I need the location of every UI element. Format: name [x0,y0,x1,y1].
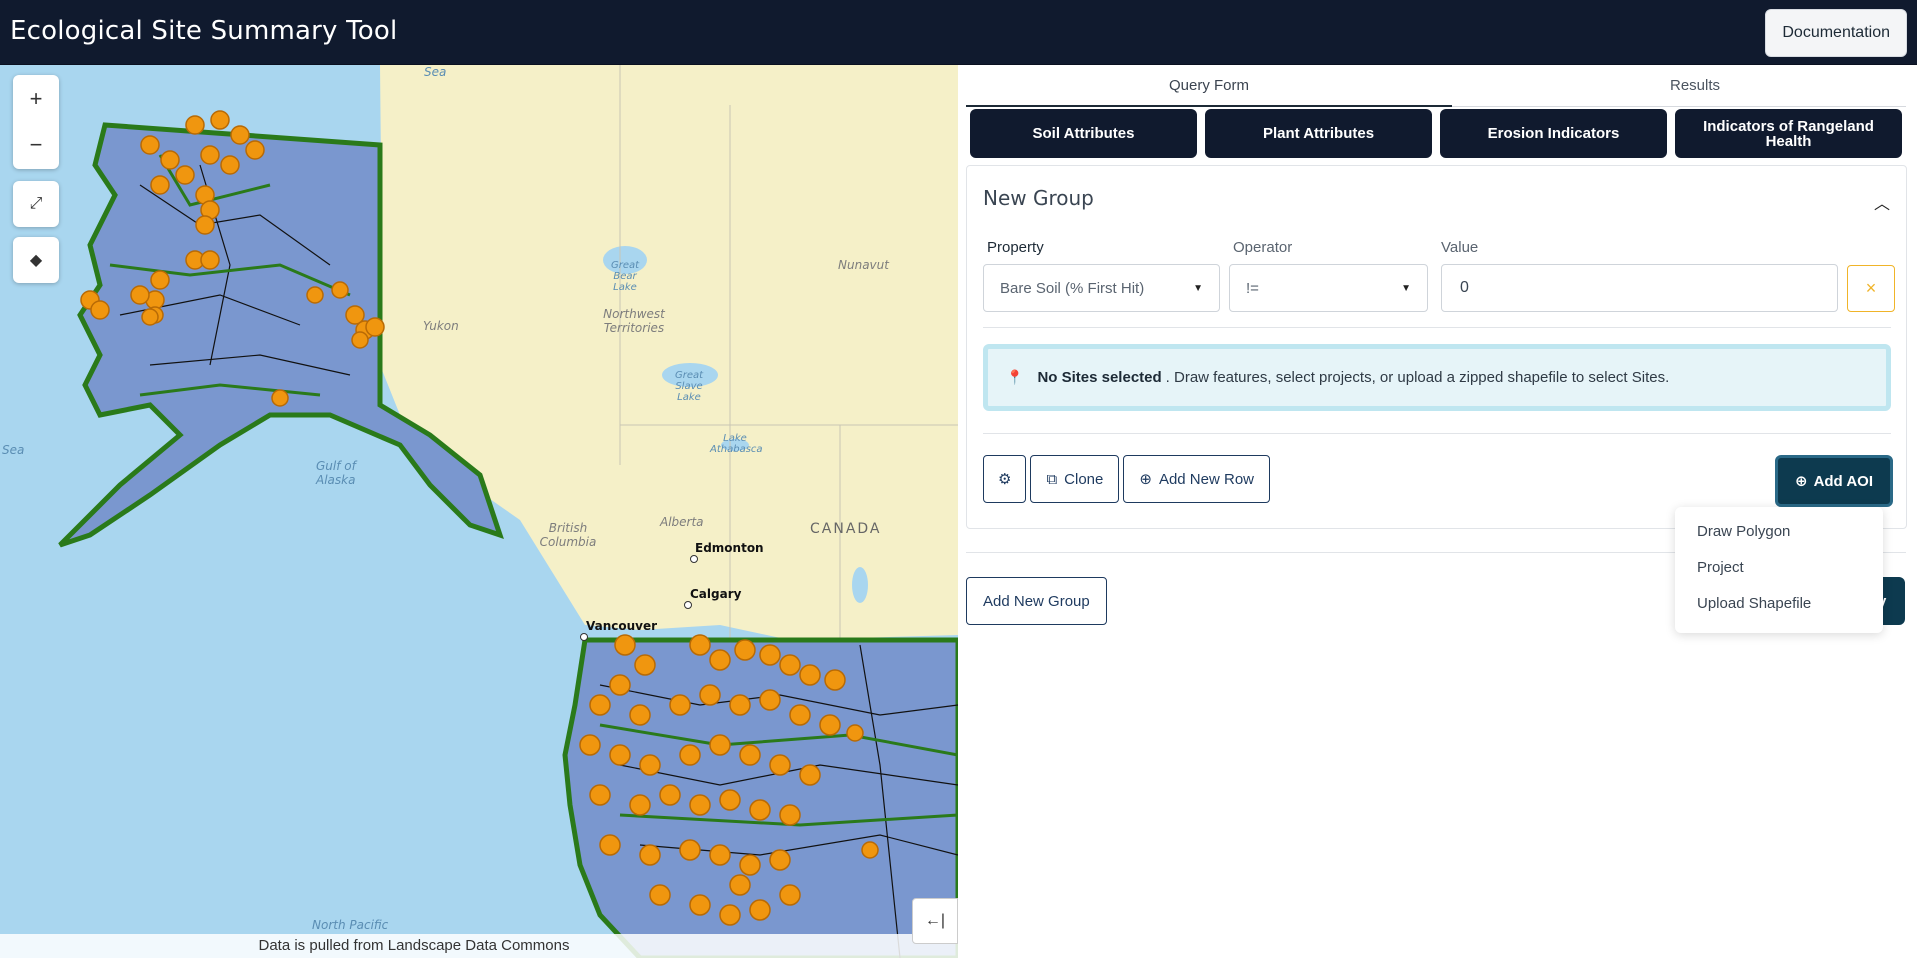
map-label-calgary: Calgary [690,587,742,601]
map-label-north-pacific: North Pacific [312,918,389,932]
query-group: New Group ︿ Property Operator Value Bare… [966,165,1907,529]
map-label-sea: Sea [424,65,447,79]
map-label-bc: British Columbia [539,521,597,549]
erosion-indicators-button[interactable]: Erosion Indicators [1440,109,1667,158]
settings-button[interactable]: ⚙ [983,455,1027,503]
caret-down-icon: ▼ [1401,282,1411,294]
basemap [0,65,958,958]
plant-attributes-button[interactable]: Plant Attributes [1205,109,1432,158]
map-view[interactable]: + − ⤢ ◆ Sea Sea Gulf of Alaska North Pac… [0,65,958,958]
documentation-button[interactable]: Documentation [1765,9,1907,57]
chevron-up-icon[interactable]: ︿ [1874,190,1890,214]
plus-circle-icon: ⊕ [1794,473,1808,490]
plus-circle-icon: ⊕ [1139,471,1152,488]
property-select-value: Bare Soil (% First Hit) [1000,279,1145,297]
alert-bold-text: No Sites selected [1037,369,1162,386]
menu-item-draw-polygon[interactable]: Draw Polygon [1675,513,1883,549]
alert-text: . Draw features, select projects, or upl… [1165,369,1670,386]
layers-icon: ◆ [29,252,43,269]
tab-query-form[interactable]: Query Form [966,71,1452,107]
top-bar: Ecological Site Summary Tool Documentati… [0,0,1917,65]
map-label-edmonton: Edmonton [695,541,764,555]
map-label-alberta: Alberta [660,515,704,529]
add-aoi-label: Add AOI [1813,472,1873,490]
tab-results[interactable]: Results [1452,71,1917,107]
map-pin-icon: 📍 [1006,369,1024,385]
city-marker-edmonton [690,555,698,563]
map-label-sea-left: Sea [2,443,25,457]
fullscreen-button[interactable]: ⤢ [13,181,59,227]
property-select[interactable]: Bare Soil (% First Hit) ▼ [983,264,1220,312]
operator-label: Operator [1233,239,1293,256]
close-icon: × [1865,278,1877,298]
menu-item-upload-shapefile[interactable]: Upload Shapefile [1675,585,1883,621]
value-label: Value [1441,239,1479,256]
add-row-label: Add New Row [1158,470,1254,488]
caret-down-icon: ▼ [1193,282,1203,294]
category-buttons: Soil Attributes Plant Attributes Erosion… [970,109,1902,158]
zoom-out-button[interactable]: − [13,122,59,168]
divider [983,327,1891,328]
menu-item-project[interactable]: Project [1675,549,1883,585]
map-label-nwt: Northwest Territories [603,307,665,335]
no-sites-alert: 📍 No Sites selected . Draw features, sel… [983,344,1891,411]
city-marker-calgary [684,601,692,609]
map-label-yukon: Yukon [423,319,459,333]
map-label-great-bear: Great Bear Lake [610,260,640,293]
value-input[interactable]: 0 [1441,264,1838,312]
sliders-icon: ⚙ [998,471,1012,488]
soil-attributes-button[interactable]: Soil Attributes [970,109,1197,158]
group-title: New Group [983,186,1094,210]
operator-select-value: != [1246,279,1259,297]
layers-button[interactable]: ◆ [13,237,59,283]
group-toolbar: ⚙ ⧉ Clone ⊕ Add New Row [983,455,1270,503]
expand-icon: ⤢ [29,195,43,212]
map-attribution: Data is pulled from Landscape Data Commo… [0,934,958,958]
city-marker-vancouver [580,633,588,641]
zoom-in-button[interactable]: + [13,76,59,122]
aoi-dropdown-menu: Draw Polygon Project Upload Shapefile [1675,507,1883,633]
map-label-vancouver: Vancouver [586,619,658,633]
map-label-athabasca: Lake Athabasca [710,433,763,455]
zoom-control: + − [13,75,59,169]
tab-bar: Query Form Results [966,71,1906,107]
map-label-canada: CANADA [810,521,882,537]
copy-icon: ⧉ [1046,470,1058,488]
add-new-row-button[interactable]: ⊕ Add New Row [1123,455,1270,503]
add-new-group-button[interactable]: Add New Group [966,577,1107,625]
clone-label: Clone [1064,470,1104,488]
property-label: Property [987,239,1044,256]
operator-select[interactable]: != ▼ [1229,264,1428,312]
map-label-great-slave: Great Slave Lake [674,370,704,403]
map-label-gulf: Gulf of Alaska [316,459,356,487]
add-aoi-button[interactable]: ⊕ Add AOI [1775,455,1893,507]
collapse-panel-button[interactable]: ←| [912,898,958,944]
divider [983,433,1891,434]
map-label-nunavut: Nunavut [838,258,889,272]
remove-row-button[interactable]: × [1847,265,1895,312]
clone-button[interactable]: ⧉ Clone [1030,455,1120,503]
app-title: Ecological Site Summary Tool [10,16,398,46]
rangeland-health-button[interactable]: Indicators of Rangeland Health [1675,109,1902,158]
